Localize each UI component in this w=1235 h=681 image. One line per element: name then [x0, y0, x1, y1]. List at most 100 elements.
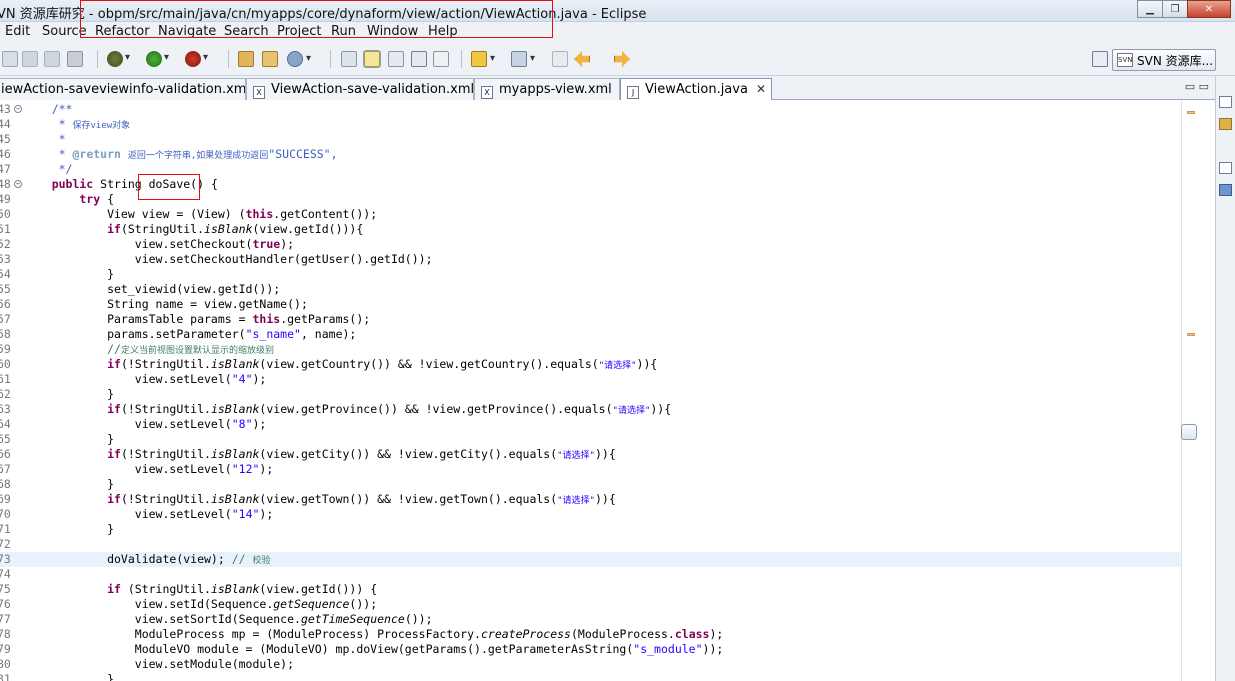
- code-line: 52 view.setCheckout(true);: [0, 237, 295, 251]
- print-icon[interactable]: [67, 51, 83, 67]
- window-controls: ▁ ❐ ✕: [1137, 0, 1231, 18]
- code-line: 57 ParamsTable params = this.getParams()…: [0, 312, 371, 326]
- svn-perspective-button[interactable]: SVN SVN 资源库...: [1112, 49, 1216, 71]
- open-type-icon[interactable]: [238, 51, 254, 67]
- next-annotation-icon[interactable]: [471, 51, 495, 67]
- code-editor[interactable]: 43− /** 44 * 保存view对象 45 * 46 * @return …: [0, 100, 1197, 681]
- tab-saveviewinfo-validation[interactable]: iewAction-saveviewinfo-validation.xml: [0, 78, 246, 100]
- java-file-icon: J: [627, 86, 639, 99]
- external-tools-icon[interactable]: [185, 51, 208, 67]
- save-icon[interactable]: [22, 51, 38, 67]
- menu-help[interactable]: Help: [428, 24, 458, 39]
- title-path: obpm/src/main/java/cn/myapps/core/dynafo…: [97, 7, 647, 22]
- overview-marker[interactable]: [1187, 333, 1195, 336]
- code-line: 53 view.setCheckoutHandler(getUser().get…: [0, 252, 433, 266]
- show-whitespace-icon[interactable]: [388, 51, 404, 67]
- open-perspective-icon[interactable]: [1092, 51, 1108, 67]
- svn-icon: SVN: [1117, 53, 1133, 67]
- code-line: 61 view.setLevel("4");: [0, 372, 267, 386]
- restore-icon[interactable]: [1219, 96, 1232, 108]
- code-line: 75 if (StringUtil.isBlank(view.getId()))…: [0, 582, 378, 596]
- code-line: 51 if(StringUtil.isBlank(view.getId())){: [0, 222, 364, 236]
- code-line: 67 view.setLevel("12");: [0, 462, 274, 476]
- toggle-mark-occurrences-icon[interactable]: [341, 51, 357, 67]
- restore-icon[interactable]: [1219, 162, 1232, 174]
- code-line: 78 ModuleProcess mp = (ModuleProcess) Pr…: [0, 627, 724, 641]
- code-line-current: 73 doValidate(view); // 校验: [0, 552, 1181, 567]
- code-line: 81 }: [0, 672, 115, 681]
- code-line: 47 */: [0, 162, 73, 176]
- code-line: 74: [0, 567, 11, 581]
- right-side-panel: [1215, 76, 1235, 681]
- code-line: 45 *: [0, 132, 66, 146]
- code-line: 68 }: [0, 477, 115, 491]
- title-separator: -: [84, 7, 98, 22]
- xml-file-icon: X: [481, 86, 493, 99]
- minimize-button[interactable]: ▁: [1137, 0, 1163, 18]
- hierarchy-icon[interactable]: [1219, 184, 1232, 196]
- code-line: 49 try {: [0, 192, 115, 206]
- code-line: 69 if(!StringUtil.isBlank(view.getTown()…: [0, 492, 616, 506]
- block-selection-icon[interactable]: [411, 51, 427, 67]
- tab-label: ViewAction.java: [645, 82, 748, 97]
- code-line: 44 * 保存view对象: [0, 117, 131, 131]
- tab-controls[interactable]: ▭ ▭: [1185, 80, 1209, 93]
- menu-project[interactable]: Project: [277, 24, 321, 39]
- xml-file-icon: X: [253, 86, 265, 99]
- overview-marker[interactable]: [1187, 111, 1195, 114]
- close-button[interactable]: ✕: [1187, 0, 1231, 18]
- overview-ruler[interactable]: [1181, 100, 1197, 681]
- tab-viewaction-java[interactable]: J ViewAction.java ✕: [620, 78, 772, 100]
- run-icon[interactable]: [146, 51, 169, 67]
- fold-icon[interactable]: −: [14, 105, 22, 113]
- last-edit-icon[interactable]: [552, 51, 568, 67]
- code-line: 77 view.setSortId(Sequence.getTimeSequen…: [0, 612, 433, 626]
- menu-navigate[interactable]: Navigate: [158, 24, 216, 39]
- menu-window[interactable]: Window: [367, 24, 418, 39]
- back-arrow-icon[interactable]: [574, 51, 590, 67]
- code-line: 60 if(!StringUtil.isBlank(view.getCountr…: [0, 357, 658, 371]
- menu-run[interactable]: Run: [331, 24, 356, 39]
- outline-view-icon[interactable]: [1219, 118, 1232, 130]
- title-prefix: VN 资源库研究: [0, 7, 85, 22]
- code-line: 43− /**: [0, 102, 73, 116]
- paragraph-icon[interactable]: [433, 51, 449, 67]
- code-line: 80 view.setModule(module);: [0, 657, 295, 671]
- save-all-icon[interactable]: [44, 51, 60, 67]
- previous-annotation-icon[interactable]: [511, 51, 535, 67]
- highlight-icon[interactable]: [363, 50, 381, 68]
- forward-arrow-icon[interactable]: [614, 51, 630, 67]
- code-line: 58 params.setParameter("s_name", name);: [0, 327, 357, 341]
- maximize-button[interactable]: ❐: [1162, 0, 1188, 18]
- code-line: 50 View view = (View) (this.getContent()…: [0, 207, 378, 221]
- code-line: 72: [0, 537, 11, 551]
- code-line: 55 set_viewid(view.getId());: [0, 282, 281, 296]
- menu-edit[interactable]: Edit: [5, 24, 30, 39]
- svn-perspective-label: SVN 资源库...: [1137, 53, 1214, 68]
- scrollbar-thumb[interactable]: [1181, 424, 1197, 440]
- code-line: 79 ModuleVO module = (ModuleVO) mp.doVie…: [0, 642, 724, 656]
- code-line: 65 }: [0, 432, 115, 446]
- tab-label: myapps-view.xml: [499, 82, 612, 97]
- tab-save-validation[interactable]: X ViewAction-save-validation.xml: [246, 78, 474, 100]
- close-tab-icon[interactable]: ✕: [756, 82, 766, 96]
- menu-search[interactable]: Search: [224, 24, 269, 39]
- code-line: 59 //定义当前视图设置默认显示的缩放级别: [0, 342, 274, 356]
- code-line: 62 }: [0, 387, 115, 401]
- debug-icon[interactable]: [107, 51, 130, 67]
- tab-label: ViewAction-save-validation.xml: [271, 82, 474, 97]
- window-title: VN 资源库研究 - obpm/src/main/java/cn/myapps/…: [0, 3, 646, 22]
- code-line: 63 if(!StringUtil.isBlank(view.getProvin…: [0, 402, 672, 416]
- toolbar-separator: [228, 50, 229, 68]
- new-icon[interactable]: [2, 51, 18, 67]
- open-resource-icon[interactable]: [262, 51, 278, 67]
- fold-icon[interactable]: −: [14, 180, 22, 188]
- menu-source[interactable]: Source: [42, 24, 87, 39]
- code-line: 56 String name = view.getName();: [0, 297, 308, 311]
- code-line: 70 view.setLevel("14");: [0, 507, 274, 521]
- menu-refactor[interactable]: Refactor: [95, 24, 150, 39]
- title-bar: VN 资源库研究 - obpm/src/main/java/cn/myapps/…: [0, 0, 1235, 22]
- search-icon[interactable]: [287, 51, 311, 67]
- tab-myapps-view[interactable]: Xmyapps-view.xml: [474, 78, 620, 100]
- code-line: 71 }: [0, 522, 115, 536]
